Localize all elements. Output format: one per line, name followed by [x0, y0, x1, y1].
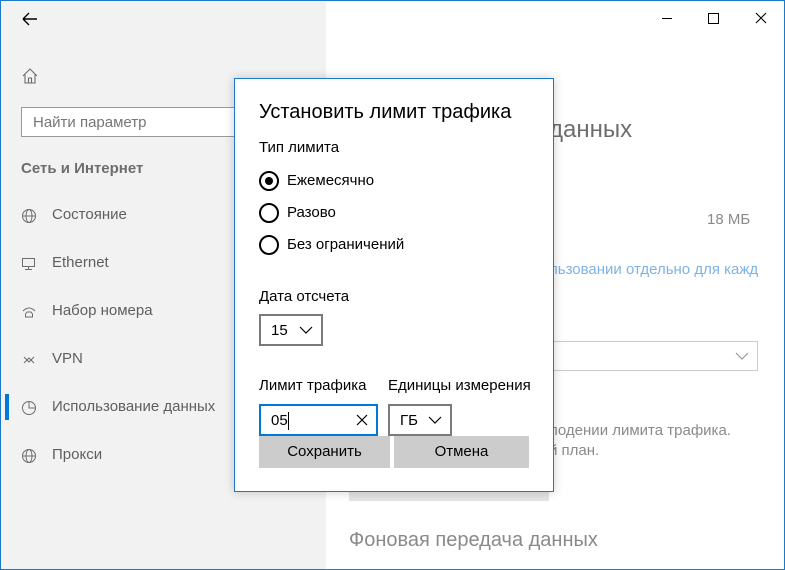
- chevron-down-icon: [299, 326, 313, 334]
- network-dropdown[interactable]: [549, 341, 758, 371]
- reset-date-label: Дата отсчета: [259, 288, 350, 305]
- maximize-button[interactable]: [690, 1, 736, 35]
- globe-status-icon: [21, 208, 37, 224]
- globe-proxy-icon: [21, 448, 37, 464]
- radio-label: Ежемесячно: [287, 172, 375, 189]
- clear-icon[interactable]: [356, 414, 368, 426]
- sidebar-item-label: Ethernet: [52, 254, 109, 271]
- radio-one-time[interactable]: Разово: [259, 201, 479, 225]
- radio-monthly[interactable]: Ежемесячно: [259, 169, 479, 193]
- per-app-usage-link[interactable]: льзовании отдельно для кажд: [549, 261, 758, 278]
- chevron-down-icon: [428, 416, 442, 424]
- sidebar-item-label: Набор номера: [52, 302, 153, 319]
- vpn-icon: [21, 352, 37, 368]
- radio-circle: [259, 171, 279, 191]
- background-data-heading: Фоновая передача данных: [349, 529, 598, 551]
- limit-input[interactable]: 05: [259, 404, 378, 436]
- home-icon: [22, 68, 38, 84]
- sidebar-item-label: Состояние: [52, 206, 127, 223]
- limit-label: Лимит трафика: [259, 377, 367, 394]
- section-title: Сеть и Интернет: [21, 160, 144, 177]
- close-button[interactable]: [738, 1, 784, 35]
- units-label: Единицы измерения: [388, 377, 531, 394]
- set-data-limit-dialog: Установить лимит трафика Тип лимита Ежем…: [234, 78, 554, 492]
- radio-label: Разово: [287, 204, 336, 221]
- page-heading: данных: [549, 116, 633, 143]
- home-button[interactable]: [21, 67, 39, 85]
- dialog-title: Установить лимит трафика: [259, 101, 512, 123]
- reset-date-select[interactable]: 15: [259, 314, 323, 346]
- back-arrow-icon: [22, 12, 37, 26]
- minimize-icon: [662, 18, 672, 19]
- back-button[interactable]: [19, 9, 41, 29]
- save-button[interactable]: Сохранить: [259, 436, 390, 468]
- radio-circle: [259, 235, 279, 255]
- settings-window: Сеть и Интернет Состояние Ethernet Набор…: [0, 0, 785, 570]
- usage-value: 18 МБ: [707, 211, 751, 228]
- cancel-button[interactable]: Отмена: [394, 436, 529, 468]
- units-value: ГБ: [400, 412, 418, 429]
- radio-label: Без ограничений: [287, 236, 405, 253]
- limit-info-text: лодении лимита трафика.: [549, 422, 731, 439]
- reset-date-value: 15: [271, 322, 288, 339]
- radio-unlimited[interactable]: Без ограничений: [259, 233, 479, 257]
- radio-dot: [265, 177, 273, 185]
- active-indicator: [5, 394, 9, 420]
- sidebar-item-label: Использование данных: [52, 398, 216, 415]
- limit-input-value: 05: [271, 412, 288, 429]
- data-usage-icon: [21, 400, 37, 416]
- minimize-button[interactable]: [644, 1, 690, 35]
- ethernet-icon: [21, 256, 37, 272]
- limit-type-label: Тип лимита: [259, 139, 340, 156]
- sidebar-item-label: Прокси: [52, 446, 103, 463]
- dialup-icon: [21, 304, 37, 320]
- close-icon: [755, 12, 767, 24]
- units-select[interactable]: ГБ: [388, 404, 452, 436]
- chevron-down-icon: [735, 352, 749, 360]
- text-caret: [288, 412, 289, 430]
- radio-circle: [259, 203, 279, 223]
- maximize-icon: [708, 13, 719, 24]
- limit-info-text-2: й план.: [549, 442, 600, 459]
- sidebar-item-label: VPN: [52, 350, 83, 367]
